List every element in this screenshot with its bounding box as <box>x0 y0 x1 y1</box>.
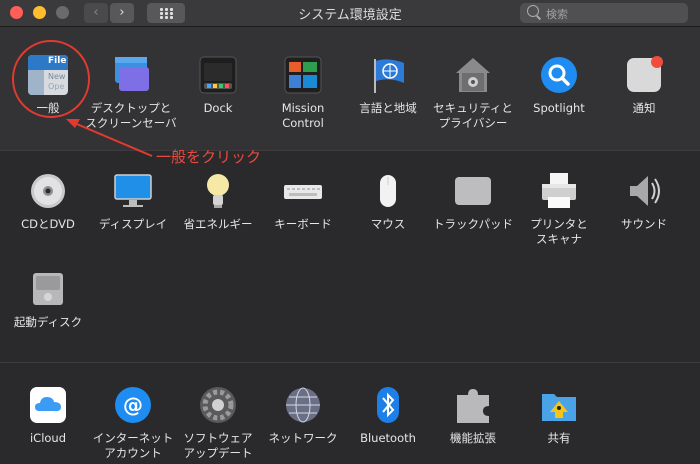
mission-control-icon <box>283 55 323 95</box>
pref-label: Mission Control <box>281 101 325 130</box>
pref-label: Spotlight <box>533 101 585 115</box>
annotation-circle <box>12 40 90 118</box>
pref-label: 機能拡張 <box>450 431 496 445</box>
annotation-text: 一般をクリック <box>156 148 262 166</box>
pref-label: セキュリティと プライバシー <box>433 101 513 130</box>
security-privacy-icon <box>453 55 493 95</box>
pref-label: プリンタと スキャナ <box>530 217 588 246</box>
zoom-window-button[interactable] <box>56 6 69 19</box>
pref-label: Bluetooth <box>360 431 416 445</box>
pref-label: Dock <box>203 101 233 115</box>
pref-label: 言語と地域 <box>359 101 417 115</box>
sharing-icon <box>539 385 579 425</box>
pref-label: ディスプレイ <box>98 217 168 231</box>
search-icon <box>527 5 539 17</box>
keyboard-icon <box>283 171 323 211</box>
startup-disk-icon <box>28 269 68 309</box>
minimize-window-button[interactable] <box>33 6 46 19</box>
pref-label: マウス <box>370 217 406 231</box>
spotlight-icon <box>539 55 579 95</box>
window-title: システム環境設定 <box>298 8 402 23</box>
pref-label: デスクトップと スクリーンセーバ <box>85 101 177 130</box>
pref-label: キーボード <box>274 217 332 231</box>
dock-icon <box>198 55 238 95</box>
sound-icon <box>624 171 664 211</box>
icloud-icon <box>28 385 68 425</box>
pref-label: インターネット アカウント <box>92 431 174 460</box>
desktop-screensaver-icon <box>111 55 151 95</box>
extensions-icon <box>453 385 493 425</box>
language-region-icon <box>368 55 408 95</box>
printers-scanners-icon <box>539 171 579 211</box>
back-button[interactable]: ‹ <box>84 3 108 23</box>
show-all-button[interactable] <box>147 3 185 23</box>
pref-label: ネットワーク <box>268 431 338 445</box>
pref-label: ソフトウェア アップデート <box>183 431 253 460</box>
hardware-section: CDとDVD ディスプレイ 省エネルギー キーボード マウス トラックパッド プ… <box>0 151 700 363</box>
search-input[interactable] <box>544 3 686 25</box>
pref-label: 起動ディスク <box>13 315 83 329</box>
pref-label: iCloud <box>29 431 67 445</box>
internet-accounts-icon: @ <box>113 385 153 425</box>
svg-text:@: @ <box>123 393 143 417</box>
mouse-icon <box>368 171 408 211</box>
software-update-icon <box>198 385 238 425</box>
cd-dvd-icon <box>28 171 68 211</box>
pref-label: 通知 <box>632 101 656 115</box>
trackpad-icon <box>453 171 493 211</box>
internet-section: iCloud @ インターネット アカウント ソフトウェア アップデート ネット… <box>0 363 700 464</box>
personal-section: File New Ope 一般 デスクトップと スクリーンセーバ Dock Mi… <box>0 27 700 151</box>
pref-label: トラックパッド <box>433 217 513 231</box>
pref-label: CDとDVD <box>21 217 75 231</box>
bluetooth-icon <box>368 385 408 425</box>
energy-saver-icon <box>198 171 238 211</box>
close-window-button[interactable] <box>10 6 23 19</box>
forward-button[interactable]: › <box>110 3 134 23</box>
notifications-icon <box>624 55 664 95</box>
pref-label: 共有 <box>547 431 571 445</box>
pref-label: サウンド <box>621 217 667 231</box>
pref-label: 省エネルギー <box>183 217 253 231</box>
search-field[interactable] <box>520 3 688 25</box>
title-bar: ‹ › システム環境設定 <box>0 0 700 27</box>
displays-icon <box>113 171 153 211</box>
network-icon <box>283 385 323 425</box>
